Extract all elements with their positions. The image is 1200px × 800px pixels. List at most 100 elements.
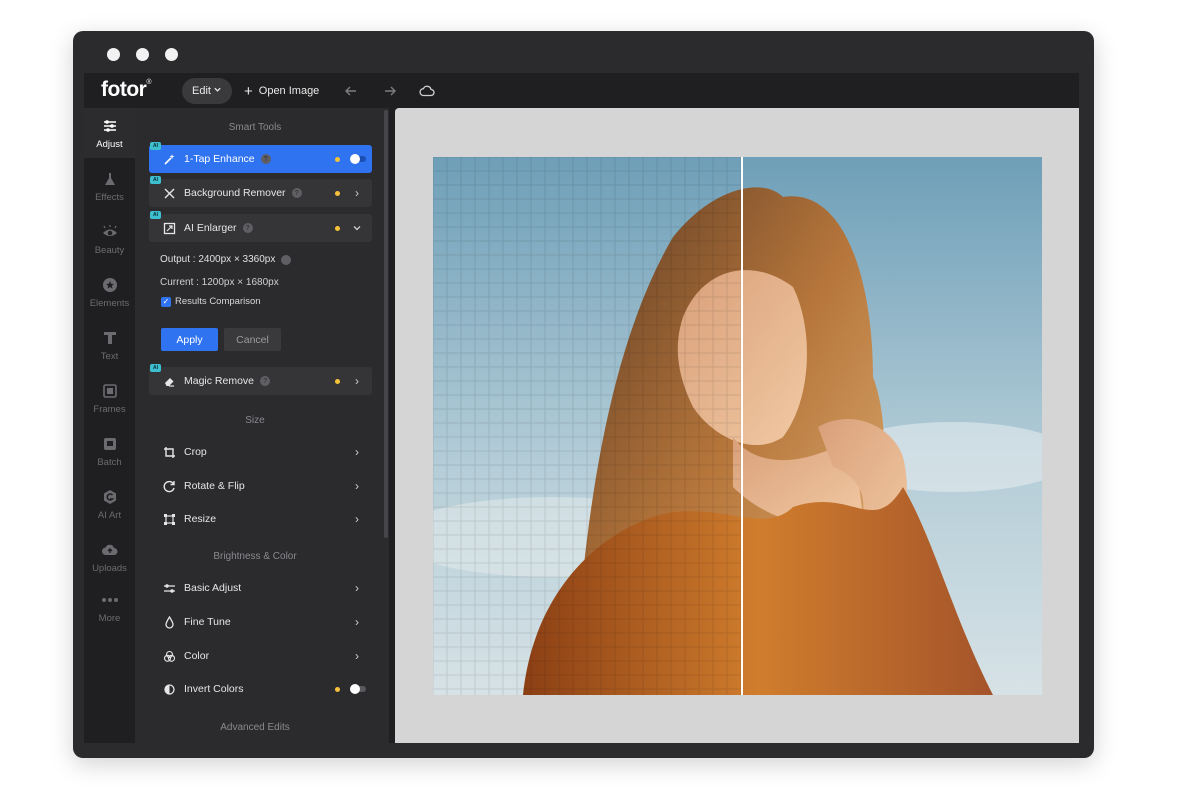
top-bar: fotor® Edit + Open Image: [84, 73, 1079, 108]
chevron-right-icon: ›: [355, 374, 359, 388]
redo-arrow-icon[interactable]: [380, 81, 400, 101]
fine-tune-row[interactable]: Fine Tune ›: [149, 608, 372, 636]
ellipsis-icon: [101, 591, 119, 609]
ai-art-icon: [101, 488, 119, 506]
batch-icon: [101, 435, 119, 453]
status-dot: [335, 686, 340, 692]
panel-scrollbar[interactable]: [384, 110, 388, 538]
resize-icon: [162, 512, 176, 526]
sliders-icon: [101, 117, 119, 135]
crop-label: Crop: [184, 446, 207, 458]
chevron-down-icon: [352, 223, 362, 233]
chevron-down-icon: [213, 85, 222, 97]
undo-arrow-icon[interactable]: [341, 81, 361, 101]
chevron-right-icon: ›: [355, 615, 359, 629]
open-image-button[interactable]: + Open Image: [244, 80, 319, 102]
chevron-right-icon: ›: [355, 649, 359, 663]
magic-remove-row[interactable]: AI Magic Remove ? ›: [149, 364, 372, 395]
crop-row[interactable]: Crop ›: [149, 438, 372, 466]
rotate-flip-row[interactable]: Rotate & Flip ›: [149, 472, 372, 500]
cloud-upload-icon: [101, 541, 119, 559]
status-dot: [335, 156, 340, 162]
help-icon[interactable]: ?: [260, 154, 271, 164]
rail-item-more[interactable]: More: [84, 582, 135, 632]
window-maximize-dot[interactable]: [165, 48, 178, 61]
apply-button[interactable]: Apply: [161, 328, 218, 351]
text-t-icon: [101, 329, 119, 347]
rail-label: Batch: [97, 456, 122, 468]
basic-adjust-row[interactable]: Basic Adjust ›: [149, 574, 372, 602]
results-comparison-label: Results Comparison: [175, 296, 261, 307]
ai-enlarger-label: AI Enlarger: [184, 222, 237, 234]
fotor-logo[interactable]: fotor®: [101, 78, 151, 102]
eye-icon: [101, 223, 119, 241]
help-icon[interactable]: ?: [260, 376, 271, 386]
info-icon[interactable]: [281, 254, 292, 265]
help-icon[interactable]: ?: [291, 188, 302, 198]
background-remover-label: Background Remover: [184, 187, 286, 199]
rail-item-beauty[interactable]: Beauty: [84, 214, 135, 264]
chevron-right-icon: ›: [355, 479, 359, 493]
edit-menu-button[interactable]: Edit: [182, 78, 232, 104]
rail-item-text[interactable]: Text: [84, 320, 135, 370]
ai-enlarger-row[interactable]: AI AI Enlarger ?: [149, 211, 372, 242]
status-dot: [335, 225, 340, 231]
rail-item-frames[interactable]: Frames: [84, 373, 135, 423]
fine-tune-label: Fine Tune: [184, 616, 231, 628]
comparison-photo[interactable]: [433, 157, 1042, 695]
rail-label: Uploads: [92, 562, 127, 574]
cancel-button[interactable]: Cancel: [224, 328, 281, 351]
background-remover-row[interactable]: AI Background Remover ? ›: [149, 176, 372, 207]
cloud-icon[interactable]: [417, 81, 437, 101]
rotate-flip-label: Rotate & Flip: [184, 480, 245, 492]
plus-icon: +: [244, 82, 253, 100]
rail-label: AI Art: [97, 509, 122, 521]
invert-colors-row[interactable]: Invert Colors: [149, 675, 372, 703]
status-dot: [335, 378, 340, 384]
output-size-text: Output : 2400px × 3360px: [160, 254, 276, 265]
ai-badge: AI: [150, 176, 161, 184]
results-comparison-checkbox[interactable]: ✓ Results Comparison: [161, 296, 261, 307]
app-window: fotor® Edit + Open Image Adjust Effects …: [73, 31, 1094, 758]
rail-item-elements[interactable]: Elements: [84, 267, 135, 317]
rail-label: More: [98, 612, 121, 624]
resize-row[interactable]: Resize ›: [149, 505, 372, 533]
section-title-size: Size: [245, 415, 265, 426]
edit-label: Edit: [192, 85, 211, 97]
rail-item-uploads[interactable]: Uploads: [84, 532, 135, 582]
color-circles-icon: [162, 649, 176, 663]
portrait-photo: [433, 157, 1042, 695]
chevron-right-icon: ›: [355, 445, 359, 459]
rail-item-ai-art[interactable]: AI Art: [84, 479, 135, 529]
rail-label: Text: [100, 350, 119, 362]
invert-icon: [162, 682, 176, 696]
comparison-divider-handle[interactable]: [741, 157, 743, 695]
resize-label: Resize: [184, 513, 217, 525]
window-controls: [107, 48, 178, 61]
rail-label: Elements: [89, 297, 130, 309]
one-tap-toggle[interactable]: [350, 154, 366, 164]
help-icon[interactable]: ?: [242, 223, 253, 233]
color-row[interactable]: Color ›: [149, 642, 372, 670]
image-canvas: [395, 108, 1079, 743]
tool-rail: Adjust Effects Beauty Elements Text Fram…: [84, 108, 135, 743]
section-title-advanced: Advanced Edits: [220, 722, 290, 733]
scissors-icon: [162, 186, 176, 200]
invert-colors-toggle[interactable]: [350, 684, 366, 694]
tools-panel: Smart Tools AI 1-Tap Enhance ? AI Backgr…: [135, 108, 389, 743]
window-minimize-dot[interactable]: [136, 48, 149, 61]
enlarge-icon: [162, 221, 176, 235]
rail-item-effects[interactable]: Effects: [84, 161, 135, 211]
rail-label: Effects: [95, 191, 124, 203]
rotate-icon: [162, 479, 176, 493]
rail-item-adjust[interactable]: Adjust: [84, 108, 135, 158]
one-tap-enhance-row[interactable]: AI 1-Tap Enhance ?: [149, 142, 372, 173]
window-close-dot[interactable]: [107, 48, 120, 61]
sliders-icon: [162, 581, 176, 595]
chevron-right-icon: ›: [355, 512, 359, 526]
rail-label: Adjust: [96, 138, 123, 150]
eraser-icon: [162, 374, 176, 388]
current-size-text: Current : 1200px × 1680px: [160, 277, 279, 288]
editor-app: fotor® Edit + Open Image Adjust Effects …: [84, 73, 1079, 743]
rail-item-batch[interactable]: Batch: [84, 426, 135, 476]
